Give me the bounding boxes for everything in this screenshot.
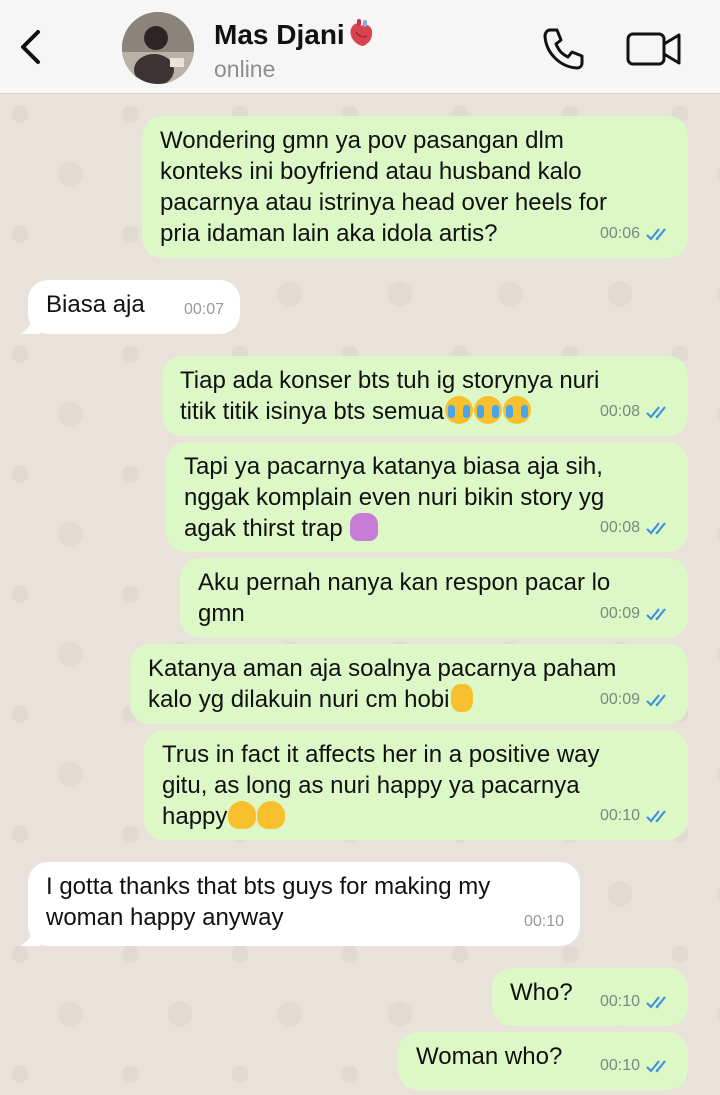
double-check-icon — [646, 521, 666, 534]
melting-face-icon — [228, 801, 257, 829]
ok-hand-icon — [450, 684, 473, 712]
message-time: 00:07 — [183, 301, 224, 318]
chat-area[interactable]: Wondering gmn ya pov pasangan dlm kontek… — [0, 94, 720, 1095]
loudly-crying-face-icon — [474, 396, 503, 424]
message-bubble-incoming[interactable]: Biasa aja 00:07 — [20, 280, 240, 334]
double-check-icon — [646, 227, 666, 240]
message-meta: 00:08 — [600, 512, 672, 543]
contact-name-text: Mas Djani — [214, 19, 345, 50]
message-time: 00:10 — [599, 1057, 640, 1074]
avatar[interactable] — [122, 12, 194, 84]
message-time: 00:06 — [599, 225, 640, 242]
double-check-icon — [646, 405, 666, 418]
message-time: 00:10 — [599, 807, 640, 824]
message-text: I gotta thanks that bts guys for making … — [46, 873, 491, 931]
message-bubble-outgoing[interactable]: Katanya aman aja soalnya pacarnya paham … — [130, 644, 688, 724]
message-content: Katanya aman aja soalnya pacarnya paham … — [148, 653, 672, 715]
message-meta: 00:06 — [600, 218, 672, 249]
chat-header: Mas Djani online — [0, 0, 720, 94]
double-check-icon — [646, 995, 666, 1008]
message-meta: 00:10 — [600, 1050, 672, 1081]
message-meta: 00:10 — [600, 800, 672, 831]
message-time: 00:09 — [599, 605, 640, 622]
loudly-crying-face-icon — [445, 396, 474, 424]
message-meta: 00:09 — [600, 684, 672, 715]
melting-face-emoji-group — [227, 801, 286, 830]
video-camera-icon[interactable] — [626, 30, 682, 68]
message-bubble-outgoing[interactable]: Tapi ya pacarnya katanya biasa aja sih, … — [166, 442, 688, 552]
crying-face-emoji-group — [444, 396, 532, 425]
contact-status: online — [214, 56, 276, 82]
loudly-crying-face-icon — [503, 396, 532, 424]
message-bubble-outgoing[interactable]: Who? 00:10 — [492, 968, 688, 1026]
message-content: Tiap ada konser bts tuh ig storynya nuri… — [180, 365, 672, 427]
message-time: 00:09 — [599, 691, 640, 708]
message-bubble-outgoing[interactable]: Wondering gmn ya pov pasangan dlm kontek… — [142, 116, 688, 258]
message-bubble-outgoing[interactable]: Aku pernah nanya kan respon pacar lo gmn… — [180, 558, 688, 638]
chevron-left-icon[interactable] — [14, 26, 50, 68]
message-time: 00:08 — [599, 403, 640, 420]
message-text: Katanya aman aja soalnya pacarnya paham … — [148, 655, 617, 713]
message-text: Wondering gmn ya pov pasangan dlm kontek… — [160, 127, 607, 247]
message-meta: 00:10 — [600, 986, 672, 1017]
double-check-icon — [646, 693, 666, 706]
message-text: Tapi ya pacarnya katanya biasa aja sih, … — [184, 453, 605, 542]
double-check-icon — [646, 809, 666, 822]
message-meta: 00:09 — [600, 598, 672, 629]
bubble-tail — [20, 314, 40, 334]
message-meta: 00:07 — [184, 294, 224, 325]
message-content: Tapi ya pacarnya katanya biasa aja sih, … — [184, 451, 672, 544]
melting-face-icon — [257, 801, 286, 829]
contact-name[interactable]: Mas Djani — [214, 18, 375, 51]
message-time: 00:08 — [599, 519, 640, 536]
double-check-icon — [646, 1059, 666, 1072]
person-tipping-hand-icon — [350, 513, 379, 541]
message-time: 00:10 — [523, 913, 564, 930]
double-check-icon — [646, 607, 666, 620]
bubble-tail — [20, 926, 40, 946]
message-bubble-outgoing[interactable]: Tiap ada konser bts tuh ig storynya nuri… — [162, 356, 688, 436]
message-meta: 00:10 — [524, 906, 564, 937]
message-meta: 00:08 — [600, 396, 672, 427]
message-time: 00:10 — [599, 993, 640, 1010]
message-text: Tiap ada konser bts tuh ig storynya nuri… — [180, 367, 600, 425]
message-bubble-incoming[interactable]: I gotta thanks that bts guys for making … — [20, 862, 580, 946]
message-bubble-outgoing[interactable]: Trus in fact it affects her in a positiv… — [144, 730, 688, 840]
phone-icon[interactable] — [540, 26, 586, 72]
anatomical-heart-icon — [350, 19, 372, 46]
message-content: Trus in fact it affects her in a positiv… — [162, 739, 672, 832]
message-bubble-outgoing[interactable]: Woman who? 00:10 — [398, 1032, 688, 1090]
